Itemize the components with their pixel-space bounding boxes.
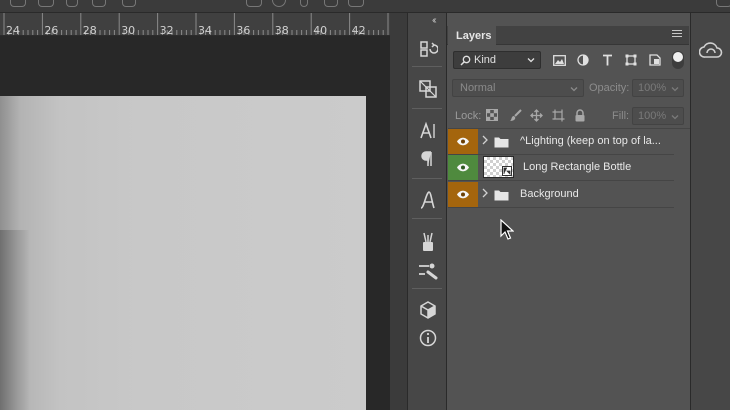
chevron-down-icon bbox=[671, 84, 679, 96]
blend-mode-select[interactable]: Normal bbox=[452, 79, 584, 97]
toolbar-icon[interactable] bbox=[122, 0, 136, 7]
layer-row-lighting[interactable]: ^Lighting (keep on top of la... bbox=[448, 129, 674, 155]
layers-panel bbox=[447, 13, 689, 410]
mouse-cursor-icon bbox=[500, 219, 514, 240]
adjustment-filter-icon[interactable] bbox=[574, 52, 592, 68]
chevron-right-icon[interactable] bbox=[482, 135, 488, 148]
opacity-value: 100% bbox=[638, 82, 667, 94]
toolbar-icon[interactable] bbox=[66, 0, 78, 7]
eye-icon bbox=[457, 137, 469, 146]
layer-comps-icon[interactable] bbox=[410, 76, 446, 102]
document-canvas[interactable] bbox=[0, 96, 366, 410]
dock-divider bbox=[412, 218, 442, 219]
fill-label: Fill: bbox=[612, 110, 630, 122]
toolbar-icon[interactable] bbox=[10, 0, 26, 7]
info-icon[interactable] bbox=[410, 325, 446, 351]
eye-icon bbox=[457, 190, 469, 199]
dock-divider bbox=[412, 66, 442, 67]
layer-visibility-toggle[interactable] bbox=[448, 129, 478, 154]
toolbar-icon[interactable] bbox=[324, 0, 338, 7]
canvas-scroll-edge bbox=[390, 13, 408, 410]
layer-thumbnail[interactable] bbox=[483, 156, 514, 178]
shape-filter-icon[interactable] bbox=[622, 52, 640, 68]
layer-row-background[interactable]: Background bbox=[448, 182, 674, 208]
layer-name: ^Lighting (keep on top of la... bbox=[520, 135, 661, 147]
toolbar-icon[interactable] bbox=[300, 0, 308, 7]
smart-object-badge-icon bbox=[502, 166, 512, 176]
layer-visibility-toggle[interactable] bbox=[448, 182, 478, 207]
lock-artboard-icon[interactable] bbox=[550, 107, 566, 123]
ruler-ticks bbox=[3, 13, 389, 35]
character-icon[interactable] bbox=[410, 118, 446, 144]
toolbar-icon[interactable] bbox=[348, 0, 364, 7]
toolbar-icon[interactable] bbox=[246, 0, 262, 7]
search-icon bbox=[460, 55, 471, 66]
layer-visibility-toggle[interactable] bbox=[448, 155, 478, 180]
fill-field[interactable]: 100% bbox=[632, 107, 684, 125]
chevron-right-icon[interactable] bbox=[482, 188, 488, 201]
right-panel-dock bbox=[690, 13, 730, 410]
glyphs-icon[interactable] bbox=[410, 187, 446, 213]
opacity-field[interactable]: 100% bbox=[632, 79, 684, 97]
filter-kind-select[interactable]: Kind bbox=[453, 51, 541, 69]
dock-divider bbox=[412, 108, 442, 109]
collapse-dock-icon[interactable]: ‹‹ bbox=[432, 15, 436, 26]
type-filter-icon[interactable] bbox=[598, 52, 616, 68]
brush-settings-icon[interactable] bbox=[410, 257, 446, 283]
lock-transparent-pixels-icon[interactable] bbox=[484, 107, 500, 123]
eye-icon bbox=[457, 163, 469, 172]
image-filter-icon[interactable] bbox=[550, 52, 568, 68]
chevron-down-icon bbox=[671, 112, 679, 124]
layer-row-long-rectangle-bottle[interactable]: Long Rectangle Bottle bbox=[448, 155, 674, 181]
toolbar-icon[interactable] bbox=[716, 0, 730, 7]
lock-image-pixels-icon[interactable] bbox=[507, 107, 523, 123]
blend-mode-value: Normal bbox=[460, 82, 496, 94]
tab-layers[interactable]: Layers bbox=[448, 26, 496, 45]
toolbar-icon[interactable] bbox=[272, 0, 286, 7]
lock-position-icon[interactable] bbox=[528, 107, 544, 123]
folder-icon bbox=[494, 135, 509, 153]
history-icon[interactable] bbox=[410, 36, 446, 62]
chevron-down-icon bbox=[527, 55, 535, 67]
paragraph-icon[interactable] bbox=[410, 146, 446, 172]
folder-icon bbox=[494, 188, 509, 206]
filter-toggle[interactable] bbox=[672, 51, 684, 69]
lock-all-icon[interactable] bbox=[572, 107, 588, 123]
opacity-label: Opacity: bbox=[589, 82, 630, 94]
layer-name: Background bbox=[520, 188, 579, 200]
dock-divider bbox=[412, 178, 442, 179]
canvas-shadow bbox=[0, 230, 30, 410]
3d-icon[interactable] bbox=[410, 297, 446, 323]
layer-name: Long Rectangle Bottle bbox=[523, 161, 632, 173]
chevron-down-icon bbox=[570, 84, 578, 96]
lock-label: Lock: bbox=[455, 110, 482, 122]
toolbar-icon[interactable] bbox=[92, 0, 106, 7]
panel-menu-icon[interactable] bbox=[672, 30, 682, 39]
brushes-icon[interactable] bbox=[410, 229, 446, 255]
filter-kind-label: Kind bbox=[474, 54, 497, 66]
options-bar bbox=[0, 0, 730, 13]
smart-object-filter-icon[interactable] bbox=[646, 52, 664, 68]
fill-value: 100% bbox=[638, 110, 667, 122]
toolbar-icon[interactable] bbox=[38, 0, 54, 7]
dock-divider bbox=[412, 288, 442, 289]
libraries-icon[interactable] bbox=[697, 38, 725, 62]
